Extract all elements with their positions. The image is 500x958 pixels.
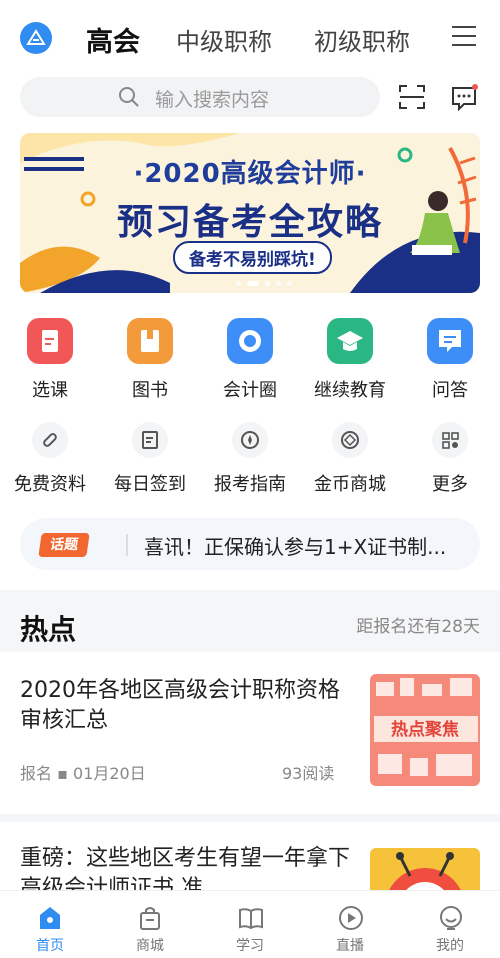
nav-label: 直播 <box>336 938 364 954</box>
coin-icon <box>332 422 368 458</box>
shop-bag-icon <box>140 907 160 930</box>
grid-label: 每日签到 <box>114 474 186 495</box>
home-icon <box>40 907 60 929</box>
profile-icon <box>440 906 462 930</box>
article-title: 重磅：这些地区考生有望一年拿下高级会计师证书,准 <box>20 846 351 890</box>
banner-headline: ·2020高级会计师· <box>133 159 367 189</box>
section-title: 热点 <box>20 613 77 646</box>
grid-item-guide[interactable]: 报考指南 <box>200 422 300 496</box>
hot-section: 热点 距报名还有28天 2020年各地区高级会计职称资格审核汇总 报名 ▪ 01… <box>0 590 500 890</box>
top-bar: 高会 中级职称 初级职称 <box>0 0 500 76</box>
nav-label: 商城 <box>136 938 164 954</box>
open-book-icon <box>239 908 263 930</box>
nav-study[interactable]: 学习 <box>200 891 300 958</box>
nav-live[interactable]: 直播 <box>300 891 400 958</box>
grid-label: 选课 <box>32 380 68 401</box>
banner-title: 预习备考全攻略 <box>116 202 383 243</box>
topic-tag: 话题 <box>38 533 90 557</box>
tab-chuji[interactable]: 初级职称 <box>314 22 410 57</box>
grid-item-coin-mall[interactable]: 金币商城 <box>300 422 400 496</box>
grid-label: 更多 <box>432 474 468 495</box>
bottom-nav: 首页 商城 学习 直播 我的 <box>0 890 500 958</box>
link-icon <box>32 422 68 458</box>
message-icon[interactable] <box>450 84 478 112</box>
grid-label: 金币商城 <box>314 474 386 495</box>
menu-icon[interactable] <box>452 26 476 48</box>
carousel-dots[interactable] <box>236 281 292 286</box>
grid-item-course[interactable]: 选课 <box>0 318 100 402</box>
article-thumbnail: 热点聚焦 <box>370 674 480 786</box>
app-logo[interactable] <box>20 22 52 54</box>
grid-label: 免费资料 <box>14 474 86 495</box>
circle-icon <box>227 318 273 364</box>
logo-icon <box>26 29 46 45</box>
article-thumbnail <box>370 848 480 890</box>
more-grid-icon <box>432 422 468 458</box>
thumb-text: 热点聚焦 <box>391 719 459 740</box>
course-icon <box>27 318 73 364</box>
nav-home[interactable]: 首页 <box>0 891 100 958</box>
article-meta: 报名 ▪ 01月20日 <box>20 764 146 783</box>
article-item[interactable]: 重磅：这些地区考生有望一年拿下高级会计师证书,准 <box>0 822 500 890</box>
grid-label: 报考指南 <box>214 474 286 495</box>
grid-label: 继续教育 <box>314 380 386 401</box>
search-icon <box>119 87 139 107</box>
topic-notice[interactable]: 话题 喜讯！正保确认参与1+X证书制... <box>20 518 480 570</box>
search-placeholder: 输入搜索内容 <box>155 89 270 111</box>
grid-item-books[interactable]: 图书 <box>100 318 200 402</box>
grid-label: 会计圈 <box>223 380 277 401</box>
play-icon <box>339 906 363 930</box>
nav-mall[interactable]: 商城 <box>100 891 200 958</box>
tab-gaohui[interactable]: 高会 <box>86 20 140 59</box>
tab-zhongji[interactable]: 中级职称 <box>176 22 272 57</box>
compass-icon <box>232 422 268 458</box>
grid-item-education[interactable]: 继续教育 <box>300 318 400 402</box>
nav-profile[interactable]: 我的 <box>400 891 500 958</box>
article-title: 2020年各地区高级会计职称资格审核汇总 <box>20 678 340 733</box>
grid-item-qa[interactable]: 问答 <box>400 318 500 402</box>
grid-label: 图书 <box>132 380 168 401</box>
nav-label: 我的 <box>436 938 464 954</box>
registration-countdown: 距报名还有28天 <box>356 617 480 637</box>
divider <box>126 534 128 556</box>
grid-item-more[interactable]: 更多 <box>400 422 500 496</box>
article-reads: 93阅读 <box>282 764 335 783</box>
notice-text: 喜讯！正保确认参与1+X证书制... <box>144 535 447 559</box>
search-bar[interactable]: 输入搜索内容 <box>20 77 380 117</box>
graduation-icon <box>327 318 373 364</box>
signin-icon <box>132 422 168 458</box>
scan-icon[interactable] <box>398 84 426 110</box>
grid-item-free-materials[interactable]: 免费资料 <box>0 422 100 496</box>
nav-label: 首页 <box>36 938 64 954</box>
grid-item-signin[interactable]: 每日签到 <box>100 422 200 496</box>
grid-item-circle[interactable]: 会计圈 <box>200 318 300 402</box>
book-icon <box>127 318 173 364</box>
article-item[interactable]: 2020年各地区高级会计职称资格审核汇总 报名 ▪ 01月20日 93阅读 热点… <box>0 652 500 814</box>
promo-banner[interactable]: ·2020高级会计师· 预习备考全攻略 备考不易别踩坑! <box>20 133 480 293</box>
banner-pill: 备考不易别踩坑! <box>173 241 332 274</box>
grid-label: 问答 <box>432 380 468 401</box>
qa-icon <box>427 318 473 364</box>
nav-label: 学习 <box>236 938 264 954</box>
